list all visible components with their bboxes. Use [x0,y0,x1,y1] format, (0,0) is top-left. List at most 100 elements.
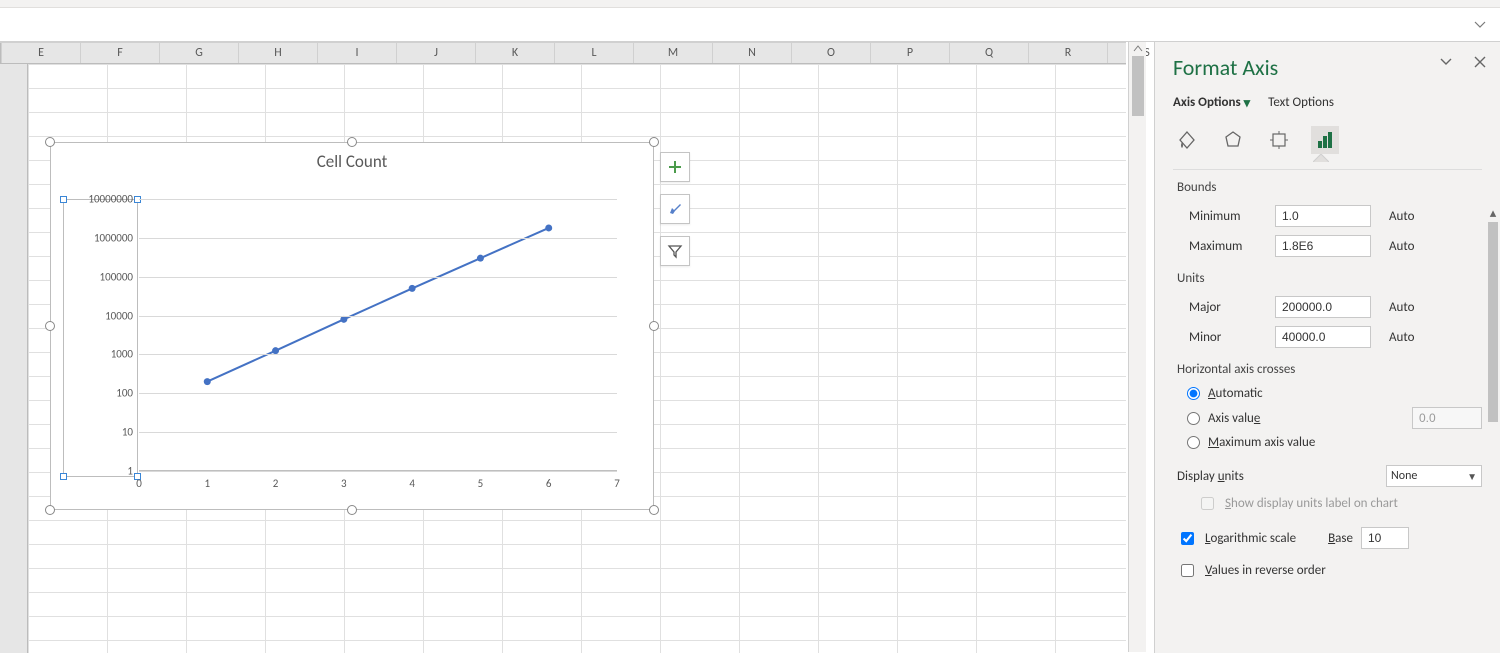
chevron-down-icon: ▼ [1467,470,1477,483]
column-header[interactable]: K [476,43,555,63]
column-header[interactable]: Q [950,43,1029,63]
chart-filters-button[interactable] [660,236,690,266]
log-scale-label: Logarithmic scale [1205,531,1296,546]
vertical-scrollbar[interactable] [1128,42,1146,652]
column-header[interactable]: M [634,43,713,63]
show-display-units-label-checkbox [1201,497,1214,510]
column-header[interactable]: P [871,43,950,63]
embedded-chart[interactable]: Cell Count 11010010001000010000010000001… [50,142,654,510]
formula-bar-expand-button[interactable] [1473,18,1487,32]
crosses-axis-value-radio[interactable] [1187,412,1200,425]
crosses-axis-value-label: Axis value [1208,411,1260,426]
units-major-auto[interactable]: Auto [1389,300,1414,315]
tab-text-options[interactable]: Text Options [1268,95,1334,110]
column-header[interactable]: R [1029,43,1108,63]
display-units-select[interactable]: None▼ [1386,465,1482,487]
bounds-maximum-input[interactable] [1275,235,1371,257]
bounds-maximum-auto[interactable]: Auto [1389,239,1414,254]
x-axis-tick-label: 1 [192,477,222,490]
x-axis-tick-label: 6 [534,477,564,490]
crosses-automatic-label: Automatic [1208,386,1263,401]
x-axis-tick-label: 2 [261,477,291,490]
format-axis-pane: Format Axis Axis Options ▾ Text Options [1154,42,1500,653]
scroll-up-arrow[interactable] [1129,42,1147,56]
chart-series[interactable] [139,199,617,471]
y-axis-tick-label: 10000000 [53,193,133,206]
chart-styles-button[interactable] [660,194,690,224]
column-header-row: EFGHIJKLMNOPQRS [0,42,1126,64]
column-header[interactable]: L [555,43,634,63]
crosses-max-axis-radio[interactable] [1187,436,1200,449]
ribbon-strip [0,0,1500,8]
bounds-minimum-input[interactable] [1275,205,1371,227]
column-header[interactable]: O [792,43,871,63]
gridline [139,354,617,355]
chart-title[interactable]: Cell Count [51,143,653,176]
chart-resize-handle[interactable] [649,321,659,331]
axis-options-icon[interactable] [1311,126,1339,154]
y-axis-tick-label: 100 [53,387,133,400]
task-pane-options-button[interactable] [1440,56,1452,72]
chart-resize-handle[interactable] [347,505,357,515]
x-axis-tick-label: 5 [465,477,495,490]
column-header[interactable]: J [397,43,476,63]
log-base-label: Base [1328,531,1353,546]
units-minor-auto[interactable]: Auto [1389,330,1414,345]
gridline [139,199,617,200]
bounds-minimum-auto[interactable]: Auto [1389,209,1414,224]
pane-tabs: Axis Options ▾ Text Options [1173,95,1482,110]
chart-resize-handle[interactable] [649,137,659,147]
show-display-units-label-text: Show display units label on chart [1225,496,1398,511]
bounds-section-head: Bounds [1173,176,1482,201]
chevron-down-icon: ▾ [1244,96,1251,111]
y-axis-tick-label: 1 [53,465,133,478]
x-axis-tick-label: 7 [602,477,632,490]
chart-resize-handle[interactable] [45,505,55,515]
column-header[interactable]: E [2,43,81,63]
column-header[interactable]: N [713,43,792,63]
gridline [139,277,617,278]
pane-scroll-up-arrow[interactable]: ▴ [1486,206,1500,220]
effects-icon[interactable] [1219,126,1247,154]
x-axis-tick-label: 0 [124,477,154,490]
x-axis-tick-label: 4 [397,477,427,490]
scroll-thumb[interactable] [1132,56,1144,116]
maximum-label: Maximum [1189,239,1265,254]
crosses-automatic-radio[interactable] [1187,387,1200,400]
fill-line-icon[interactable] [1173,126,1201,154]
reverse-order-label: Values in reverse order [1205,563,1326,578]
chart-resize-handle[interactable] [649,505,659,515]
row-number-gutter[interactable] [0,64,28,653]
log-scale-checkbox[interactable] [1181,532,1194,545]
column-header[interactable]: I [318,43,397,63]
pane-scroll-thumb[interactable] [1488,222,1498,422]
column-header[interactable]: H [239,43,318,63]
display-units-label: Display units [1177,469,1297,484]
plot-area[interactable] [139,199,617,471]
y-axis-tick-label: 10 [53,426,133,439]
crosses-max-axis-label: Maximum axis value [1208,435,1315,450]
column-header[interactable]: F [81,43,160,63]
gridline [139,238,617,239]
tab-axis-options[interactable]: Axis Options ▾ [1173,95,1250,110]
size-properties-icon[interactable] [1265,126,1293,154]
chart-resize-handle[interactable] [347,137,357,147]
gridline [139,393,617,394]
y-axis-tick-label: 10000 [53,309,133,322]
chart-elements-button[interactable] [660,152,690,182]
chart-resize-handle[interactable] [45,321,55,331]
x-axis-tick-label: 3 [329,477,359,490]
units-minor-input[interactable] [1275,326,1371,348]
gridline [139,316,617,317]
column-header[interactable]: G [160,43,239,63]
crosses-axis-value-input [1412,407,1482,429]
chart-side-buttons [660,152,690,266]
formula-bar[interactable] [0,8,1500,42]
close-pane-button[interactable] [1474,56,1486,72]
pane-category-icons [1173,126,1482,154]
reverse-order-checkbox[interactable] [1181,564,1194,577]
log-base-input[interactable] [1361,527,1409,549]
chart-resize-handle[interactable] [45,137,55,147]
y-axis-tick-label: 100000 [53,270,133,283]
units-major-input[interactable] [1275,296,1371,318]
